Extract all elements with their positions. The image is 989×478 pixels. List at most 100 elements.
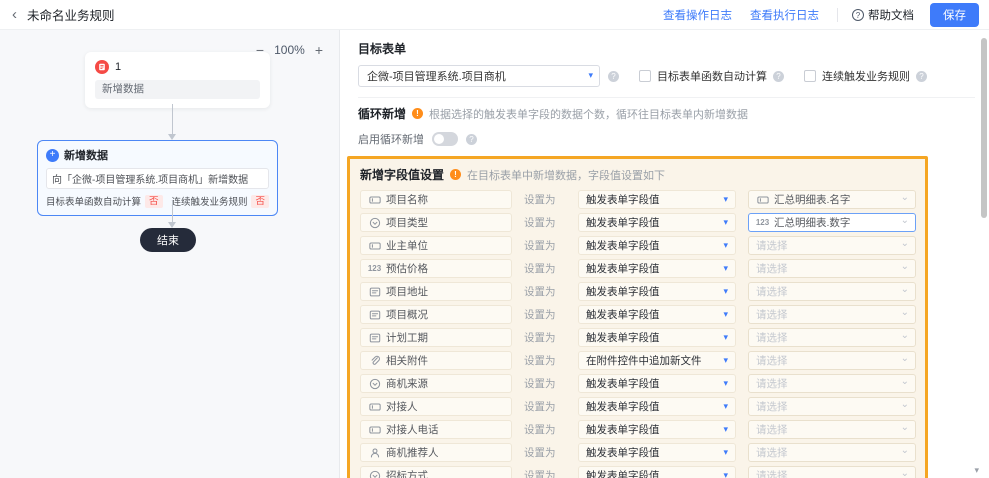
info-icon[interactable]: ? [773,70,784,82]
field-settings-section: 新增字段值设置 ! 在目标表单中新增数据，字段值设置如下 项目名称 设置为 触发… [347,156,928,478]
add-node-title: 新增数据 [64,150,108,162]
caret-down-icon: ▾ [723,240,728,250]
zoom-in-button[interactable]: + [315,42,323,58]
view-operation-log-link[interactable]: 查看操作日志 [663,7,732,23]
select-icon [368,469,381,478]
input-icon [756,193,769,206]
number-icon: 123 [755,218,770,227]
set-as-label: 设置为 [524,447,556,459]
field-setting-row: 计划工期 设置为 触发表单字段值 ▾ 请选择 ⌄ [360,328,916,347]
add-node-meta: 目标表单函数自动计算 否 连续触发业务规则 否 [46,194,269,208]
chevron-down-icon: ⌄ [900,192,909,203]
target-form-select[interactable]: 企微-项目管理系统.项目商机 ▾ [358,65,600,87]
value-select[interactable]: 汇总明细表.名字 ⌄ [748,190,916,209]
value-select[interactable]: 请选择 ⌄ [748,420,916,439]
set-as-label: 设置为 [524,240,556,252]
caret-down-icon: ▾ [723,424,728,434]
enable-loop-toggle[interactable] [432,132,458,146]
add-data-node-selected[interactable]: + 新增数据 向「企微-项目管理系统.项目商机」新增数据 目标表单函数自动计算 … [37,140,278,216]
mode-select[interactable]: 触发表单字段值 ▾ [578,213,736,232]
add-node-description: 向「企微-项目管理系统.项目商机」新增数据 [46,168,269,189]
set-as-label: 设置为 [524,286,556,298]
mode-select[interactable]: 触发表单字段值 ▾ [578,282,736,301]
mode-select[interactable]: 触发表单字段值 ▾ [578,374,736,393]
field-name: 项目地址 [360,282,512,301]
warning-icon: ! [450,169,462,180]
scrollbar-thumb[interactable] [981,38,987,218]
textarea-icon [368,308,381,321]
back-icon[interactable]: ‹ [12,7,17,22]
value-select[interactable]: 请选择 ⌄ [748,305,916,324]
mode-select[interactable]: 触发表单字段值 ▾ [578,466,736,478]
field-name: 招标方式 [360,466,512,478]
help-doc-button[interactable]: ? 帮助文档 [852,7,914,23]
top-bar: ‹ 未命名业务规则 查看操作日志 查看执行日志 ? 帮助文档 保存 [0,0,989,30]
chevron-down-icon: ⌄ [900,422,909,433]
value-select[interactable]: 请选择 ⌄ [748,328,916,347]
value-select[interactable]: 123 汇总明细表.数字 ⌄ [748,213,916,232]
caret-down-icon: ▾ [723,470,728,478]
value-select[interactable]: 请选择 ⌄ [748,259,916,278]
mode-select[interactable]: 触发表单字段值 ▾ [578,259,736,278]
mode-select[interactable]: 触发表单字段值 ▾ [578,305,736,324]
select-icon [368,216,381,229]
chevron-down-icon: ⌄ [900,399,909,410]
field-name: 对接人 [360,397,512,416]
trigger-node-number: 1 [115,61,122,73]
info-icon[interactable]: ? [608,70,619,82]
caret-down-icon: ▾ [723,217,728,227]
value-select[interactable]: 请选择 ⌄ [748,282,916,301]
end-node[interactable]: 结束 [140,228,196,252]
mode-select[interactable]: 触发表单字段值 ▾ [578,190,736,209]
auto-calc-checkbox[interactable] [639,70,651,82]
chevron-down-icon: ⌄ [900,284,909,295]
flow-canvas: − 100% + 1 新增数据 + 新增数据 向「企微-项目管理系统.项目商机」… [0,30,340,478]
trigger-node[interactable]: 1 新增数据 [85,52,270,108]
chevron-down-icon: ⌄ [900,468,909,478]
value-select[interactable]: 请选择 ⌄ [748,374,916,393]
field-setting-row: 招标方式 设置为 触发表单字段值 ▾ 请选择 ⌄ [360,466,916,478]
chevron-down-icon: ⌄ [900,376,909,387]
value-select[interactable]: 请选择 ⌄ [748,466,916,478]
set-as-label: 设置为 [524,378,556,390]
mode-select[interactable]: 触发表单字段值 ▾ [578,397,736,416]
chevron-down-icon: ⌄ [900,238,909,249]
trigger-node-body[interactable]: 新增数据 [95,80,260,99]
info-icon[interactable]: ? [466,133,477,145]
caret-down-icon: ▾ [723,378,728,388]
connector-line [172,104,173,135]
divider [837,7,838,22]
scroll-down-icon[interactable]: ▾ [974,465,979,476]
view-execution-log-link[interactable]: 查看执行日志 [750,7,819,23]
value-select[interactable]: 请选择 ⌄ [748,397,916,416]
field-setting-row: 对接人 设置为 触发表单字段值 ▾ 请选择 ⌄ [360,397,916,416]
chain-trigger-label: 连续触发业务规则 [822,71,910,83]
value-select[interactable]: 请选择 ⌄ [748,351,916,370]
chevron-down-icon: ⌄ [900,330,909,341]
caret-down-icon: ▾ [723,447,728,457]
set-as-label: 设置为 [524,424,556,436]
save-button[interactable]: 保存 [930,2,979,27]
mode-select[interactable]: 在附件控件中追加新文件 ▾ [578,351,736,370]
trigger-icon [95,60,109,74]
field-setting-row: 项目地址 设置为 触发表单字段值 ▾ 请选择 ⌄ [360,282,916,301]
value-select[interactable]: 请选择 ⌄ [748,236,916,255]
chevron-down-icon: ⌄ [900,261,909,272]
warning-icon: ! [412,108,424,119]
value-select[interactable]: 请选择 ⌄ [748,443,916,462]
mode-select[interactable]: 触发表单字段值 ▾ [578,236,736,255]
textarea-icon [368,331,381,344]
mode-select[interactable]: 触发表单字段值 ▾ [578,443,736,462]
mode-select[interactable]: 触发表单字段值 ▾ [578,420,736,439]
chain-trigger-checkbox[interactable] [804,70,816,82]
field-name: 相关附件 [360,351,512,370]
page-title: 未命名业务规则 [27,9,115,23]
field-settings-title: 新增字段值设置 [360,168,445,182]
mode-select[interactable]: 触发表单字段值 ▾ [578,328,736,347]
field-setting-row: 项目概况 设置为 触发表单字段值 ▾ 请选择 ⌄ [360,305,916,324]
set-as-label: 设置为 [524,194,556,206]
field-name: 计划工期 [360,328,512,347]
info-icon[interactable]: ? [916,70,927,82]
chevron-down-icon: ⌄ [900,445,909,456]
caret-down-icon: ▾ [723,332,728,342]
